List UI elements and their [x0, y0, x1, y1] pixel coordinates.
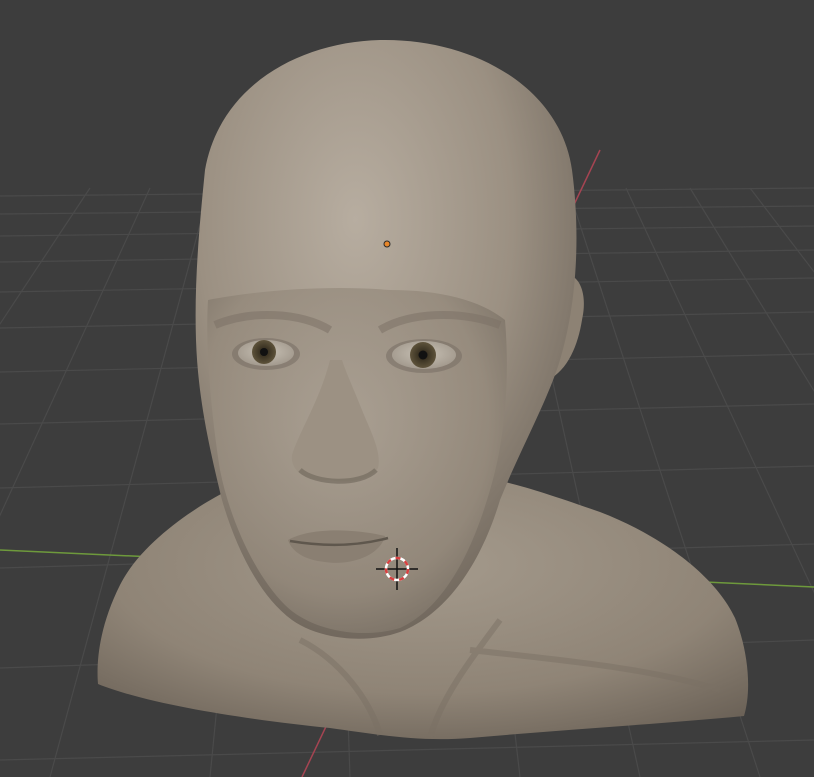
object-origin-icon[interactable]	[383, 240, 391, 248]
left-eye	[232, 338, 300, 370]
right-eye	[386, 339, 462, 373]
3d-viewport[interactable]	[0, 0, 814, 777]
